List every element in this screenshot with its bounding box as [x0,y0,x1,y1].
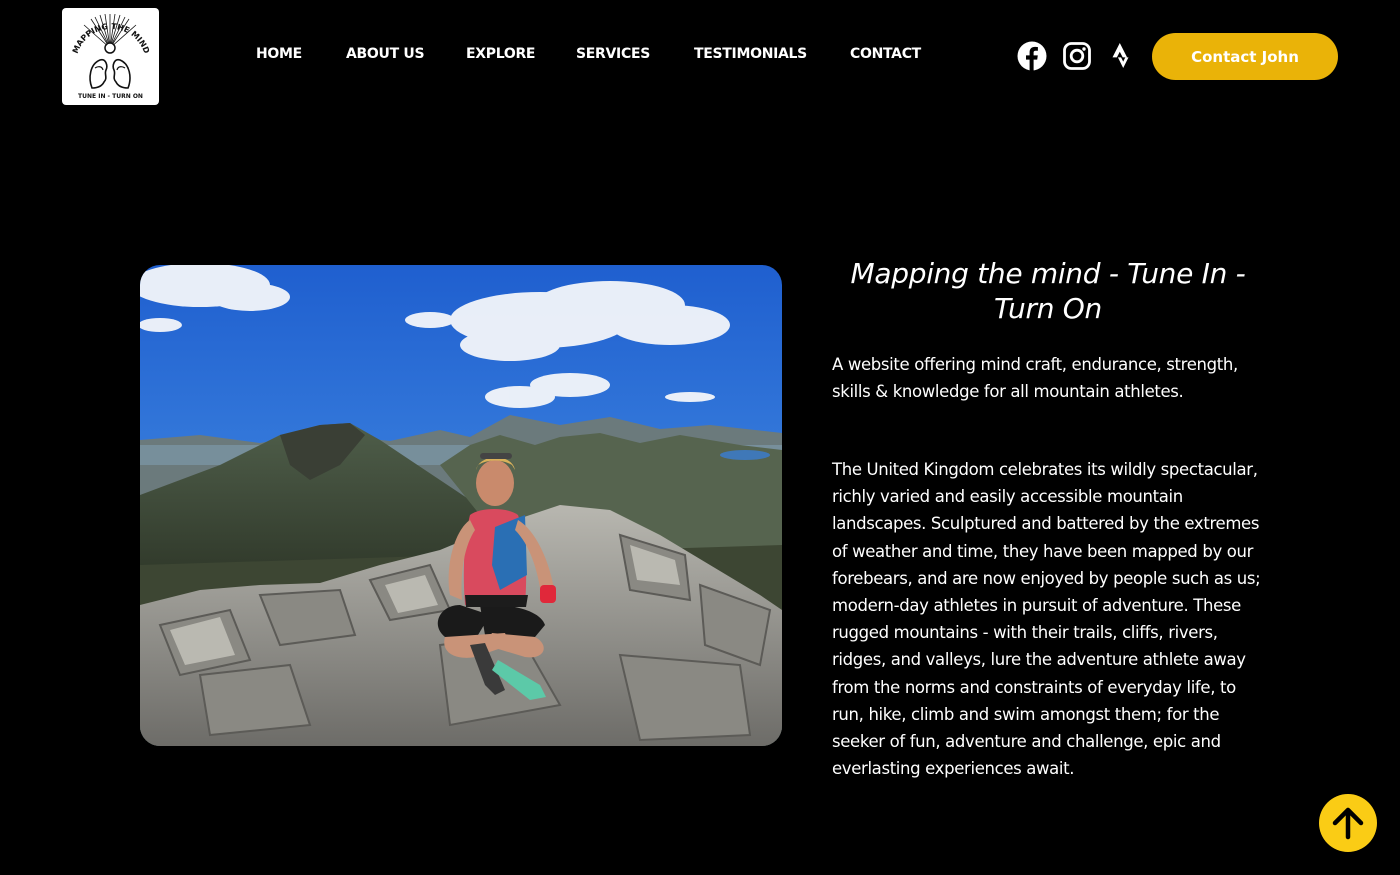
hero-image [140,265,782,746]
logo-tagline: TUNE IN - TURN ON [78,93,143,100]
arrow-up-icon [1332,807,1364,840]
nav-explore[interactable]: EXPLORE [466,46,535,62]
contact-john-button[interactable]: Contact John [1152,33,1338,80]
hero-headline: Mapping the mind - Tune In - Turn On [850,257,1246,325]
mapping-the-mind-logo: MAPPING THE MIND TUNE IN - TURN ON [71,13,151,100]
intro-paragraph: A website offering mind craft, endurance… [832,355,1238,402]
strava-icon [1112,43,1129,68]
site-logo[interactable]: MAPPING THE MIND TUNE IN - TURN ON [62,8,159,105]
instagram-icon [1063,42,1091,70]
nav-testimonials[interactable]: TESTIMONIALS [694,46,807,62]
mountain-summit-photo [140,265,782,746]
strava-link[interactable] [1107,41,1137,71]
nav-about-us[interactable]: ABOUT US [346,46,425,62]
nav-services[interactable]: SERVICES [576,46,650,62]
description-paragraph: The United Kingdom celebrates its wildly… [832,460,1261,779]
scroll-to-top-button[interactable] [1319,794,1377,852]
nav-contact[interactable]: CONTACT [850,46,921,62]
nav-home[interactable]: HOME [256,46,302,62]
facebook-link[interactable] [1017,41,1047,71]
facebook-icon [1017,41,1047,71]
instagram-link[interactable] [1062,41,1092,71]
